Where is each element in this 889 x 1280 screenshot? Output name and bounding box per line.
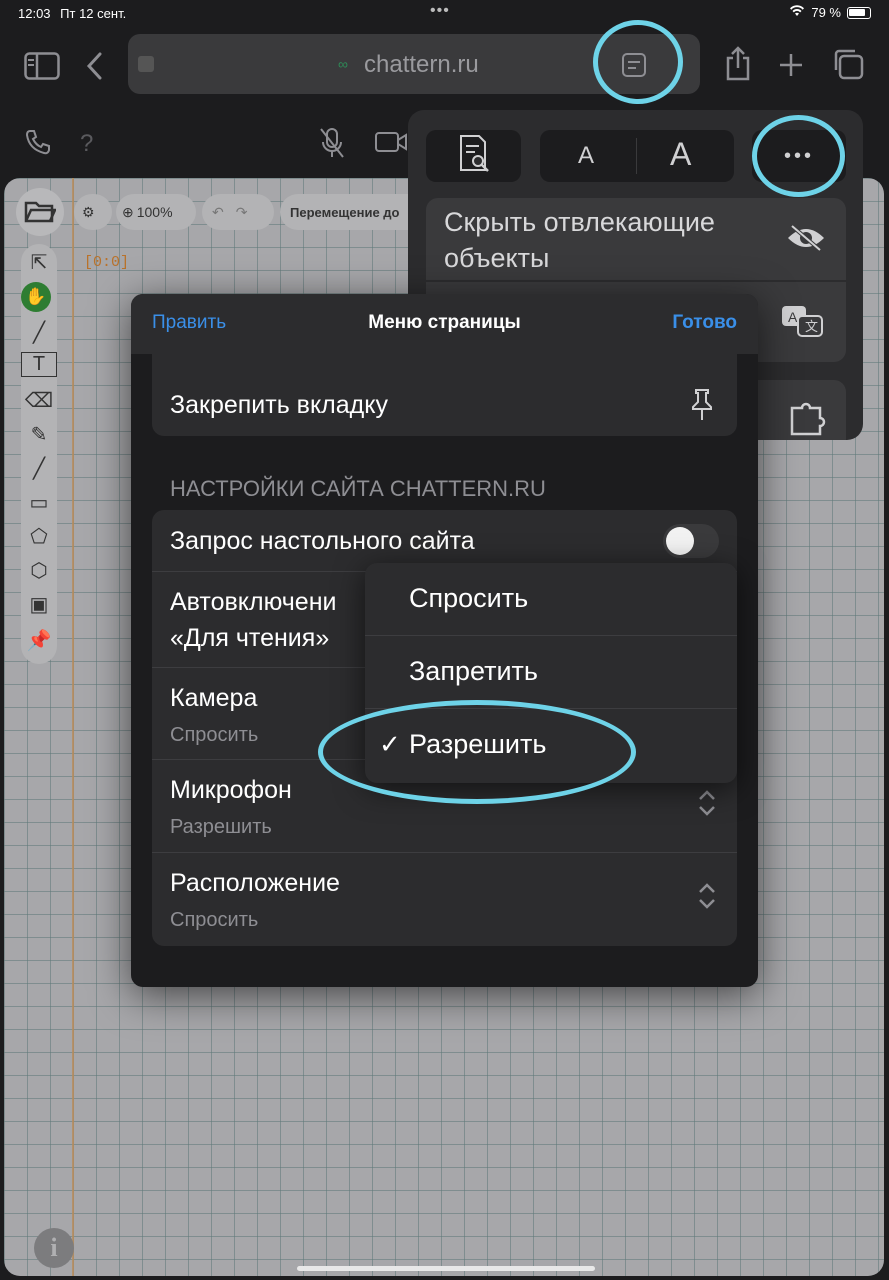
home-indicator [297,1266,595,1271]
eye-slash-icon [786,224,826,257]
chevron-updown-icon [697,881,717,917]
annotation-ring-allow [318,700,636,804]
option-ask[interactable]: Спросить [365,563,737,636]
reader-view-button[interactable] [426,130,521,182]
zoom-icon: ⊕ [122,203,134,220]
location-row[interactable]: Расположение Спросить [152,853,737,946]
gear-icon: ⚙ [82,203,95,220]
new-tab-icon[interactable] [778,52,804,83]
annotation-ring-page-menu [593,20,683,104]
option-label: Спросить [409,583,529,613]
pin-tab-row[interactable]: Закрепить вкладку [152,374,737,436]
tab-favicon-icon [138,56,154,72]
zoom-level: 100% [136,204,173,220]
share-icon[interactable] [724,46,752,87]
polygon-tool-icon[interactable]: ⬠ [21,524,57,549]
undo-redo-control[interactable]: ↶ ↷ [202,194,274,230]
camera-value: Спросить [170,724,259,746]
sheet-title: Меню страницы [368,312,521,333]
svg-text:A: A [788,309,798,325]
url-text: chattern.ru [364,51,479,78]
phone-icon[interactable] [24,128,52,161]
page-actions-group: Закрепить вкладку [152,334,737,436]
mode-selector[interactable]: Перемещение до [280,194,420,230]
annotation-ring-more [752,115,845,197]
zoom-control[interactable]: ⊕ 100% [116,194,196,230]
translate-icon: A文 [780,304,826,345]
desktop-site-toggle[interactable] [663,524,719,558]
mic-muted-icon[interactable] [318,126,346,165]
status-bar: 12:03 Пт 12 сент. ••• 79 % [0,0,889,26]
microphone-label: Микрофон [170,776,292,804]
canvas-coordinate: [0:0] [84,254,130,271]
brush-tool-icon[interactable]: ╱ [21,320,57,345]
option-label: Запретить [409,656,538,686]
reader-auto-label-line1: Автовключени [170,588,337,616]
broom-tool-icon[interactable]: ⌫ [21,388,57,413]
done-button[interactable]: Готово [672,312,737,334]
decrease-font-button[interactable]: A [578,142,594,170]
settings-button[interactable]: ⚙ [74,194,112,230]
rectangle-tool-icon[interactable]: ▭ [21,490,57,515]
camera-icon[interactable] [374,130,408,159]
pin-tab-label: Закрепить вкладку [170,391,388,419]
camera-label: Камера [170,684,258,712]
image-tool-icon[interactable]: ▣ [21,592,57,617]
reader-auto-label-line2: «Для чтения» [170,624,330,652]
sidebar-icon[interactable] [24,52,60,85]
redo-icon[interactable]: ↷ [236,204,248,221]
microphone-value: Разрешить [170,816,272,838]
pencil-tool-icon[interactable]: ✎ [21,422,57,447]
desktop-site-label: Запрос настольного сайта [170,527,475,555]
pin-tool-icon[interactable]: 📌 [21,628,57,653]
site-settings-section-title: НАСТРОЙКИ САЙТА CHATTERN.RU [170,476,546,501]
location-label: Расположение [170,869,340,897]
battery-icon [847,6,871,19]
site-icon: ∞ [338,56,348,72]
open-folder-icon[interactable] [16,188,64,236]
hide-distracting-row[interactable]: Скрыть отвлекающие объекты [426,198,846,280]
back-icon[interactable] [86,52,102,85]
font-size-control: A A [540,130,734,182]
status-time: 12:03 Пт 12 сент. [18,6,127,21]
location-value: Спросить [170,909,259,931]
info-icon[interactable]: i [34,1228,74,1268]
canvas-origin-axis [72,178,74,1276]
svg-text:文: 文 [805,319,818,334]
help-icon[interactable]: ? [80,130,93,158]
wifi-icon [789,5,805,20]
reader-document-icon [457,134,491,179]
tabs-overview-icon[interactable] [832,48,864,85]
puzzle-icon [788,402,826,441]
tool-palette: ⇱ ✋ ╱ T ⌫ ✎ ╱ ▭ ⬠ ⬡ ▣ 📌 [21,244,57,664]
pin-icon [689,388,715,427]
option-deny[interactable]: Запретить [365,636,737,709]
multitasking-dots-icon[interactable]: ••• [430,2,450,20]
line-tool-icon[interactable]: ╱ [21,456,57,481]
battery-percent: 79 % [811,5,841,20]
chevron-updown-icon [697,788,717,824]
select-tool-icon[interactable]: ⇱ [21,250,57,275]
undo-icon[interactable]: ↶ [212,204,224,221]
browser-toolbar: ∞ chattern.ru [0,26,889,106]
increase-font-button[interactable]: A [670,136,691,173]
cube-tool-icon[interactable]: ⬡ [21,558,57,583]
hide-distracting-label: Скрыть отвлекающие объекты [444,207,715,273]
status-right: 79 % [789,5,871,20]
mode-label: Перемещение до [290,204,400,220]
